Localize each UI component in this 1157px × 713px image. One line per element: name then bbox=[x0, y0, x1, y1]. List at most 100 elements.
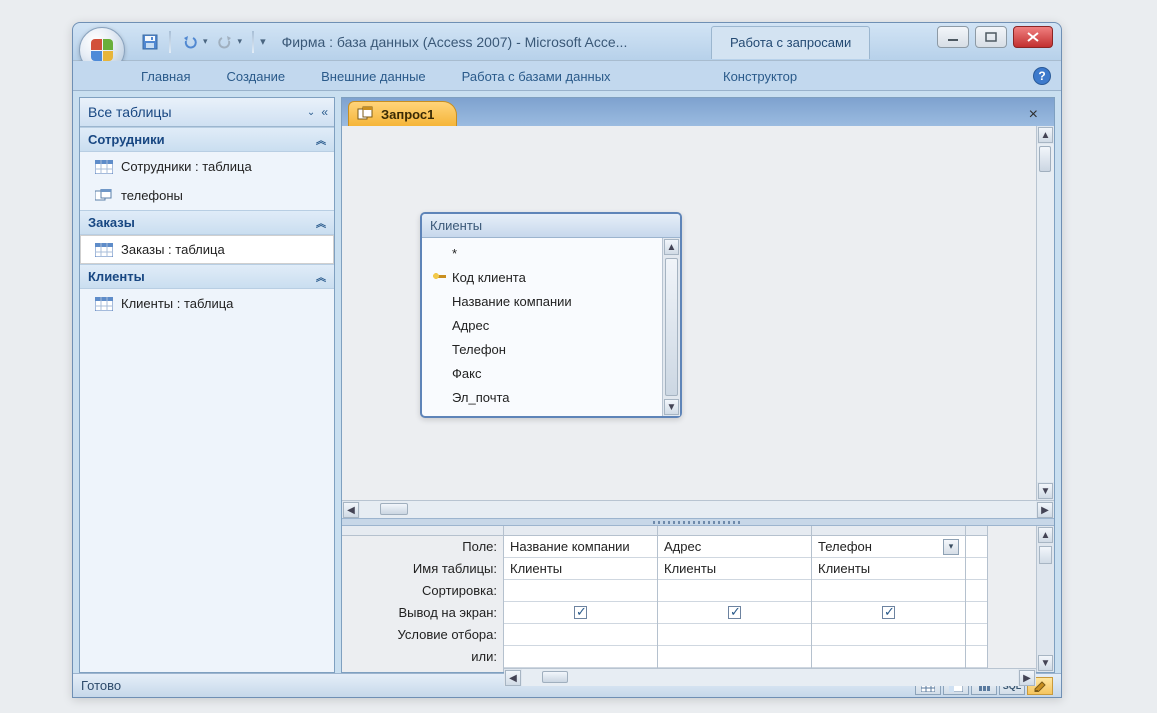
scroll-down-button[interactable]: ▼ bbox=[664, 399, 679, 415]
scroll-left-button[interactable]: ◀ bbox=[505, 670, 521, 686]
app-window: ▾ ▾ ▾ Фирма : база данных (Access 2007) … bbox=[72, 22, 1062, 698]
qbe-cell-show[interactable] bbox=[658, 602, 811, 624]
nav-collapse-button[interactable]: « bbox=[321, 105, 326, 119]
qbe-cell-criteria[interactable] bbox=[504, 624, 657, 646]
scroll-right-button[interactable]: ▶ bbox=[1019, 670, 1035, 686]
diagram-canvas[interactable]: Клиенты * Код клиента Название компании … bbox=[342, 126, 1036, 500]
redo-dropdown[interactable]: ▾ bbox=[238, 36, 243, 47]
ribbon-tab-create[interactable]: Создание bbox=[222, 63, 289, 90]
qbe-hscrollbar[interactable]: ◀ ▶ bbox=[504, 668, 1036, 686]
nav-group-clients[interactable]: Клиенты ︽ bbox=[80, 264, 334, 289]
minimize-icon bbox=[947, 32, 959, 42]
scrollbar-thumb[interactable] bbox=[1039, 146, 1051, 172]
title-bar: ▾ ▾ ▾ Фирма : база данных (Access 2007) … bbox=[73, 23, 1061, 61]
status-text: Готово bbox=[81, 678, 121, 693]
scroll-up-button[interactable]: ▲ bbox=[1038, 127, 1053, 143]
qbe-column-selector[interactable] bbox=[966, 526, 987, 536]
nav-item-employees-table[interactable]: Сотрудники : таблица bbox=[80, 152, 334, 181]
close-button[interactable] bbox=[1013, 26, 1053, 48]
qbe-cell-field[interactable]: Телефон▾ bbox=[812, 536, 965, 558]
scroll-right-button[interactable]: ▶ bbox=[1037, 502, 1053, 518]
scroll-left-button[interactable]: ◀ bbox=[343, 502, 359, 518]
qbe-column-selector[interactable] bbox=[812, 526, 965, 536]
qbe-cell-or[interactable] bbox=[812, 646, 965, 668]
nav-item-orders-table[interactable]: Заказы : таблица bbox=[80, 235, 334, 264]
qbe-cell-criteria[interactable] bbox=[658, 624, 811, 646]
field-list-title[interactable]: Клиенты bbox=[422, 214, 680, 238]
scrollbar-thumb[interactable] bbox=[542, 671, 568, 683]
field-item[interactable]: Телефон bbox=[428, 338, 660, 362]
qbe-column-selector[interactable] bbox=[658, 526, 811, 536]
scrollbar-track[interactable] bbox=[1037, 144, 1054, 482]
document-close-button[interactable]: × bbox=[1021, 104, 1046, 126]
field-item-pk[interactable]: Код клиента bbox=[428, 266, 660, 290]
field-list-clients[interactable]: Клиенты * Код клиента Название компании … bbox=[420, 212, 682, 418]
qbe-cell-show[interactable] bbox=[504, 602, 657, 624]
diagram-hscrollbar[interactable]: ◀ ▶ bbox=[342, 500, 1054, 518]
undo-button[interactable] bbox=[181, 33, 199, 51]
checkbox-icon bbox=[728, 606, 741, 619]
document-tab-query1[interactable]: Запрос1 bbox=[348, 101, 457, 126]
nav-item-phones-query[interactable]: телефоны bbox=[80, 181, 334, 210]
field-item[interactable]: Эл_почта bbox=[428, 386, 660, 410]
nav-pane-header[interactable]: Все таблицы ⌄ « bbox=[80, 98, 334, 127]
field-item[interactable]: Название компании bbox=[428, 290, 660, 314]
scrollbar-track[interactable] bbox=[522, 669, 1018, 686]
qbe-cell-table[interactable]: Клиенты bbox=[658, 558, 811, 580]
scrollbar-thumb[interactable] bbox=[665, 258, 678, 396]
scrollbar-track[interactable] bbox=[360, 501, 1036, 518]
minimize-button[interactable] bbox=[937, 26, 969, 48]
qbe-cell-or[interactable] bbox=[658, 646, 811, 668]
query-design-surface: Клиенты * Код клиента Название компании … bbox=[342, 126, 1054, 672]
qat-customize-dropdown[interactable]: ▾ bbox=[260, 35, 266, 48]
field-item[interactable]: Адрес bbox=[428, 314, 660, 338]
qbe-column: Адрес Клиенты bbox=[658, 526, 812, 668]
nav-group-orders[interactable]: Заказы ︽ bbox=[80, 210, 334, 235]
ribbon-tab-database[interactable]: Работа с базами данных bbox=[458, 63, 615, 90]
scrollbar-thumb[interactable] bbox=[1039, 546, 1052, 564]
scroll-up-button[interactable]: ▲ bbox=[664, 239, 679, 255]
qbe-cell-show[interactable] bbox=[812, 602, 965, 624]
diagram-vscrollbar[interactable]: ▲ ▼ bbox=[1036, 126, 1054, 500]
qbe-column: Название компании Клиенты bbox=[504, 526, 658, 668]
qbe-cell-criteria[interactable] bbox=[812, 624, 965, 646]
qbe-cell-table[interactable]: Клиенты bbox=[812, 558, 965, 580]
navigation-pane: Все таблицы ⌄ « Сотрудники ︽ Сотрудники … bbox=[79, 97, 335, 673]
field-item-all[interactable]: * bbox=[428, 242, 660, 266]
scroll-up-button[interactable]: ▲ bbox=[1038, 527, 1053, 543]
close-icon bbox=[1026, 31, 1040, 43]
help-button[interactable]: ? bbox=[1033, 67, 1051, 85]
window-controls bbox=[937, 26, 1053, 48]
redo-button[interactable] bbox=[216, 33, 234, 51]
qbe-vscrollbar[interactable]: ▲ ▼ bbox=[1036, 526, 1054, 672]
field-item[interactable]: Факс bbox=[428, 362, 660, 386]
qbe-column-selector[interactable] bbox=[504, 526, 657, 536]
dropdown-button[interactable]: ▾ bbox=[943, 539, 959, 555]
query-design-icon bbox=[357, 106, 375, 122]
horizontal-splitter[interactable] bbox=[342, 518, 1054, 526]
nav-group-employees[interactable]: Сотрудники ︽ bbox=[80, 127, 334, 152]
qbe-row-labels: Поле: Имя таблицы: Сортировка: Вывод на … bbox=[342, 526, 504, 672]
qbe-cell-or[interactable] bbox=[504, 646, 657, 668]
nav-item-clients-table[interactable]: Клиенты : таблица bbox=[80, 289, 334, 318]
qbe-cell-field[interactable]: Адрес bbox=[658, 536, 811, 558]
save-button[interactable] bbox=[141, 33, 159, 51]
qbe-cell-sort[interactable] bbox=[504, 580, 657, 602]
ribbon-tab-home[interactable]: Главная bbox=[137, 63, 194, 90]
qbe-cell-table[interactable]: Клиенты bbox=[504, 558, 657, 580]
undo-dropdown[interactable]: ▾ bbox=[203, 36, 208, 47]
maximize-icon bbox=[985, 32, 997, 42]
nav-filter-dropdown[interactable]: ⌄ bbox=[307, 107, 315, 118]
field-list-scrollbar[interactable]: ▲ ▼ bbox=[662, 238, 680, 416]
ribbon-tab-external[interactable]: Внешние данные bbox=[317, 63, 430, 90]
table-diagram-pane: Клиенты * Код клиента Название компании … bbox=[342, 126, 1054, 500]
qbe-cell-sort[interactable] bbox=[658, 580, 811, 602]
scroll-down-button[interactable]: ▼ bbox=[1038, 655, 1053, 671]
maximize-button[interactable] bbox=[975, 26, 1007, 48]
scrollbar-thumb[interactable] bbox=[380, 503, 408, 515]
qbe-cell-field[interactable]: Название компании bbox=[504, 536, 657, 558]
qbe-cell-sort[interactable] bbox=[812, 580, 965, 602]
nav-item-label: телефоны bbox=[121, 188, 183, 203]
scroll-down-button[interactable]: ▼ bbox=[1038, 483, 1053, 499]
ribbon-tab-design[interactable]: Конструктор bbox=[719, 63, 801, 90]
